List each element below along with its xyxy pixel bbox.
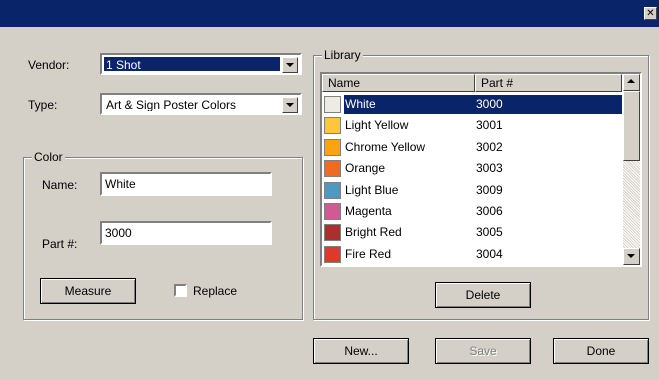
color-swatch (324, 181, 341, 199)
list-item[interactable]: Light Yellow 3001 (322, 115, 622, 136)
list-item-part: 3002 (476, 139, 503, 154)
color-swatch (324, 138, 341, 156)
list-item[interactable]: Chrome Yellow 3002 (322, 137, 622, 158)
list-item[interactable]: Orange 3003 (322, 158, 622, 179)
list-item-part: 3001 (476, 118, 503, 133)
library-scrollbar[interactable] (623, 74, 640, 265)
chevron-down-icon (627, 254, 635, 258)
list-item[interactable]: Light Blue 3009 (322, 180, 622, 201)
list-item[interactable]: White 3000 (322, 94, 622, 115)
color-swatch (324, 160, 341, 178)
dialog-window: ✕ Vendor: 1 Shot Type: Art & Sign Poster… (0, 0, 659, 380)
color-swatch (324, 203, 341, 220)
column-header-part[interactable]: Part # (475, 74, 622, 92)
type-dropdown-button[interactable] (282, 97, 298, 113)
list-item-part: 3005 (476, 225, 503, 240)
measure-button[interactable]: Measure (40, 278, 136, 304)
new-button[interactable]: New... (313, 338, 409, 364)
list-item-part: 3003 (476, 161, 503, 176)
list-item[interactable]: Bright Red 3005 (322, 222, 622, 243)
type-label: Type: (28, 98, 58, 112)
part-label: Part #: (42, 237, 78, 251)
close-icon[interactable]: ✕ (644, 7, 657, 20)
type-select[interactable]: Art & Sign Poster Colors (100, 93, 302, 115)
name-field-value: White (105, 177, 136, 191)
name-label: Name: (42, 178, 78, 192)
color-group-legend: Color (32, 150, 65, 164)
vendor-select[interactable]: 1 Shot (100, 53, 302, 75)
list-item-name: Light Blue (345, 182, 399, 197)
list-item-name: Fire Red (345, 246, 392, 261)
chevron-down-icon (286, 63, 294, 67)
title-bar: ✕ (0, 0, 659, 27)
list-item-part: 3004 (476, 246, 503, 261)
list-item-name: Bright Red (345, 225, 402, 240)
list-item-name: Light Yellow (345, 118, 409, 133)
column-header-name[interactable]: Name (322, 74, 475, 92)
done-button[interactable]: Done (553, 338, 649, 364)
vendor-dropdown-button[interactable] (282, 57, 298, 73)
list-item-part: 3009 (476, 182, 503, 197)
library-list[interactable]: Name Part # White 3000 Light Yellow 3001 Chr… (320, 72, 642, 267)
scroll-up-button[interactable] (623, 74, 640, 91)
delete-button[interactable]: Delete (435, 282, 531, 308)
scroll-track[interactable] (623, 161, 640, 248)
replace-label: Replace (193, 284, 238, 298)
list-item[interactable]: Fire Red 3004 (322, 244, 622, 265)
list-item[interactable]: Magenta 3006 (322, 201, 622, 222)
vendor-label: Vendor: (28, 58, 70, 72)
list-item-name: White (344, 95, 473, 114)
replace-checkbox[interactable] (174, 284, 187, 297)
chevron-down-icon (286, 103, 294, 107)
save-button[interactable]: Save (435, 338, 531, 364)
color-swatch (324, 224, 341, 242)
vendor-value: 1 Shot (104, 57, 280, 71)
part-field[interactable]: 3000 (100, 221, 272, 245)
scroll-down-button[interactable] (623, 248, 640, 265)
color-swatch (324, 117, 341, 135)
type-value: Art & Sign Poster Colors (106, 98, 237, 111)
name-field[interactable]: White (100, 172, 272, 196)
list-item-name: Chrome Yellow (345, 139, 426, 154)
library-group-legend: Library (322, 48, 363, 62)
color-swatch (324, 245, 341, 263)
list-item-name: Magenta (345, 204, 392, 218)
color-swatch (324, 96, 341, 113)
list-item-name: Orange (345, 161, 386, 176)
list-item-part: 3000 (473, 95, 622, 114)
chevron-up-icon (627, 79, 635, 83)
part-field-value: 3000 (105, 226, 132, 240)
scroll-thumb[interactable] (623, 91, 640, 161)
list-item-part: 3006 (476, 204, 503, 218)
